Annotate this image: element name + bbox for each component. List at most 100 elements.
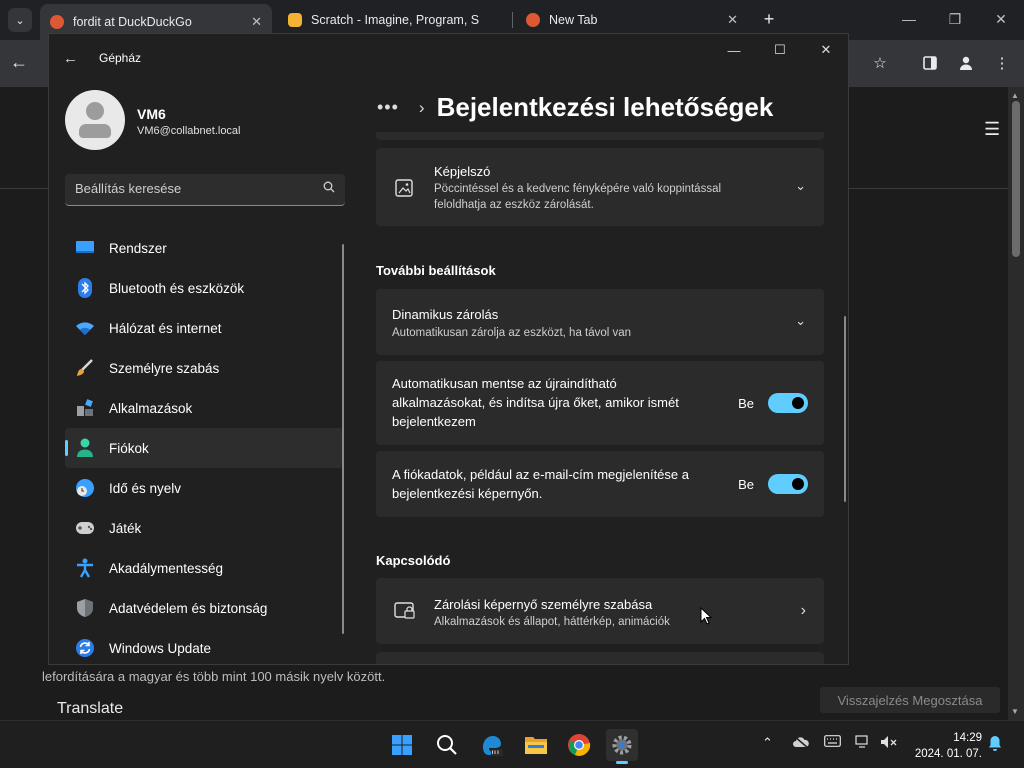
notification-bell-icon[interactable] bbox=[988, 735, 1002, 754]
back-arrow-icon[interactable]: ← bbox=[10, 52, 28, 73]
start-button[interactable] bbox=[386, 729, 418, 761]
nav-item-akadalymentesseg[interactable]: Akadálymentesség bbox=[65, 548, 343, 588]
new-tab-button[interactable]: + bbox=[758, 8, 780, 30]
search-icon[interactable] bbox=[323, 181, 335, 196]
taskbar-clock[interactable]: 14:29 2024. 01. 07. bbox=[910, 730, 982, 762]
dynamic-lock-subtitle: Automatikusan zárolja az eszközt, ha táv… bbox=[392, 327, 632, 339]
nav-label: Rendszer bbox=[109, 240, 167, 256]
restart-apps-toggle-group: Be bbox=[738, 393, 808, 413]
feedback-button[interactable]: Visszajelzés Megosztása bbox=[820, 687, 1000, 713]
avatar[interactable] bbox=[65, 90, 125, 150]
tray-chevron-up-icon[interactable]: ⌃ bbox=[762, 735, 773, 751]
nav-item-jatek[interactable]: Játék bbox=[65, 508, 343, 548]
account-details-line2: bejelentkezési képernyőn. bbox=[392, 486, 543, 501]
previous-card-edge bbox=[376, 132, 824, 140]
nav-scrollbar[interactable] bbox=[342, 244, 344, 634]
scrollbar-thumb[interactable] bbox=[1012, 101, 1020, 257]
tab-title: New Tab bbox=[549, 13, 598, 27]
settings-back-arrow-icon[interactable]: ← bbox=[63, 50, 78, 67]
page-scrollbar[interactable]: ▲ ▼ bbox=[1008, 87, 1024, 720]
nav-item-windows-update[interactable]: Windows Update bbox=[65, 628, 343, 664]
nav-label: Adatvédelem és biztonság bbox=[109, 600, 268, 616]
settings-minimize-icon[interactable]: — bbox=[719, 40, 749, 60]
hamburger-menu-icon[interactable]: ☰ bbox=[984, 119, 1000, 140]
settings-taskbar-button[interactable] bbox=[606, 729, 638, 764]
chevron-right-icon[interactable]: › bbox=[801, 602, 806, 620]
dynamic-lock-title: Dinamikus zárolás bbox=[392, 307, 499, 322]
tab-search-dropdown[interactable]: ⌄ bbox=[8, 8, 32, 32]
file-explorer-button[interactable] bbox=[520, 729, 552, 761]
nav-item-fiokok[interactable]: Fiókok bbox=[65, 428, 343, 468]
nav-item-alkalmazasok[interactable]: Alkalmazások bbox=[65, 388, 343, 428]
avatar-head bbox=[86, 102, 104, 120]
gear-icon bbox=[612, 735, 632, 755]
settings-close-icon[interactable]: ✕ bbox=[811, 40, 841, 60]
restart-apps-toggle-label: Be bbox=[738, 395, 754, 411]
more-menu-icon[interactable]: ⋮ bbox=[992, 53, 1012, 73]
chevron-down-icon[interactable]: ⌄ bbox=[795, 178, 806, 194]
lock-screen-subtitle: Alkalmazások és állapot, háttérkép, anim… bbox=[434, 616, 670, 628]
restart-apps-line2: alkalmazásokat, és indítsa újra őket, am… bbox=[392, 395, 679, 410]
profile-icon[interactable] bbox=[956, 53, 976, 73]
bluetooth-icon bbox=[75, 278, 95, 298]
page-body-text: lefordítására a magyar és több mint 100 … bbox=[42, 669, 386, 684]
bookmark-star-icon[interactable]: ☆ bbox=[870, 53, 890, 73]
keyboard-icon[interactable] bbox=[824, 735, 841, 750]
volume-muted-icon[interactable] bbox=[880, 735, 898, 752]
account-details-card: A fiókadatok, például az e-mail-cím megj… bbox=[376, 451, 824, 517]
nav-item-szemelyre-szabas[interactable]: Személyre szabás bbox=[65, 348, 343, 388]
tab-scratch[interactable]: Scratch - Imagine, Program, Sh bbox=[278, 6, 510, 34]
clock-date: 2024. 01. 07. bbox=[914, 748, 982, 760]
content-scrollbar[interactable] bbox=[844, 316, 846, 502]
nav-item-halozat[interactable]: Hálózat és internet bbox=[65, 308, 343, 348]
restart-apps-toggle[interactable] bbox=[768, 393, 808, 413]
mouse-cursor-icon bbox=[700, 607, 712, 625]
translate-heading: Translate bbox=[57, 700, 124, 717]
settings-window: ← Gépház — ☐ ✕ VM6 VM6@collabnet.local R… bbox=[48, 33, 849, 665]
lock-screen-personalize-card[interactable]: Zárolási képernyő személyre szabása Alka… bbox=[376, 578, 824, 644]
side-panel-icon[interactable] bbox=[920, 53, 940, 73]
minimize-icon[interactable]: — bbox=[898, 8, 920, 30]
edge-beta-icon bbox=[483, 736, 503, 756]
next-card-edge bbox=[376, 652, 824, 664]
scroll-down-icon[interactable]: ▼ bbox=[1011, 707, 1019, 716]
settings-maximize-icon[interactable]: ☐ bbox=[765, 40, 795, 60]
edge-beta-button[interactable] bbox=[476, 729, 508, 761]
search-button[interactable] bbox=[431, 729, 463, 761]
settings-nav: Rendszer Bluetooth és eszközök Hálózat é… bbox=[65, 228, 343, 664]
account-details-toggle[interactable] bbox=[768, 474, 808, 494]
nav-item-adatvedelem[interactable]: Adatvédelem és biztonság bbox=[65, 588, 343, 628]
monitor-icon bbox=[75, 238, 95, 258]
onedrive-cloud-icon[interactable] bbox=[792, 735, 810, 752]
folder-icon bbox=[525, 737, 547, 754]
breadcrumb-ellipsis-button[interactable]: ••• bbox=[377, 97, 399, 118]
chrome-button[interactable] bbox=[563, 729, 595, 761]
picture-password-card[interactable]: Képjelszó Pöccintéssel és a kedvenc fény… bbox=[376, 148, 824, 226]
dynamic-lock-card[interactable]: Dinamikus zárolás Automatikusan zárolja … bbox=[376, 289, 824, 355]
close-tab-icon[interactable]: ✕ bbox=[727, 12, 738, 28]
globe-clock-icon bbox=[75, 478, 95, 498]
nav-item-bluetooth[interactable]: Bluetooth és eszközök bbox=[65, 268, 343, 308]
settings-search-box[interactable] bbox=[65, 174, 345, 206]
clock-time: 14:29 bbox=[953, 732, 982, 744]
nav-item-rendszer[interactable]: Rendszer bbox=[65, 228, 343, 268]
scroll-up-icon[interactable]: ▲ bbox=[1011, 91, 1019, 100]
network-icon[interactable] bbox=[855, 735, 871, 752]
user-email: VM6@collabnet.local bbox=[137, 125, 241, 137]
windows-taskbar: ⌃ 14:29 2024. 01. 07. bbox=[0, 720, 1024, 768]
close-window-icon[interactable]: ✕ bbox=[990, 8, 1012, 30]
brush-icon bbox=[75, 358, 95, 378]
restart-apps-line3: bejelentkezem bbox=[392, 414, 476, 429]
account-details-line1: A fiókadatok, például az e-mail-cím megj… bbox=[392, 467, 689, 482]
picture-password-desc-line2: feloldhatja az eszköz zárolását. bbox=[434, 199, 594, 211]
nav-label: Alkalmazások bbox=[109, 400, 193, 416]
nav-item-ido-es-nyelv[interactable]: Idő és nyelv bbox=[65, 468, 343, 508]
page-title: Bejelentkezési lehetőségek bbox=[436, 92, 774, 122]
settings-search-input[interactable] bbox=[75, 181, 305, 196]
tab-new-tab[interactable]: New Tab ✕ bbox=[516, 6, 748, 34]
chevron-down-icon[interactable]: ⌄ bbox=[795, 313, 806, 329]
account-icon bbox=[75, 438, 95, 458]
tab-title: fordit at DuckDuckGo bbox=[73, 15, 192, 29]
restore-icon[interactable]: ❐ bbox=[944, 8, 966, 30]
close-tab-icon[interactable]: ✕ bbox=[251, 14, 262, 30]
